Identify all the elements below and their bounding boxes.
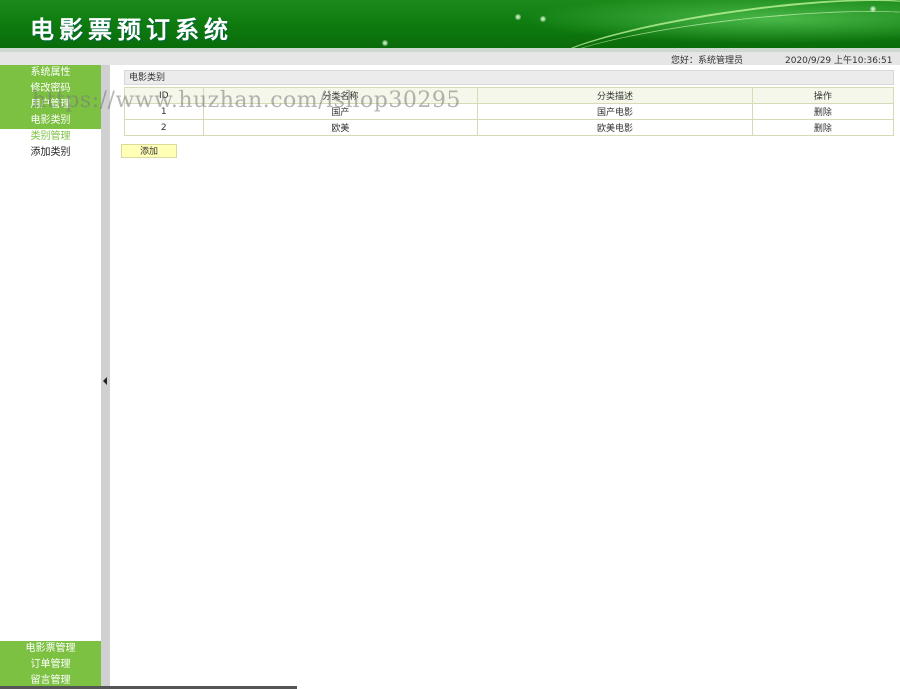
- cell-desc: 欧美电影: [477, 119, 753, 136]
- category-table: ID 分类名称 分类描述 操作 1 国产 国产电影 删除 2 欧美 欧美电影 删…: [124, 87, 895, 136]
- header-sparkle: [870, 6, 876, 12]
- cell-id: 2: [124, 119, 204, 136]
- sidebar: 系统属性 修改密码 用户管理 电影类别 类别管理 添加类别 电影票管理 订单管理…: [0, 65, 101, 689]
- collapse-arrow-icon[interactable]: [103, 377, 107, 385]
- cell-desc: 国产电影: [477, 103, 753, 120]
- main-content: 电影类别 ID 分类名称 分类描述 操作 1 国产 国产电影 删除 2 欧美 欧…: [110, 65, 900, 689]
- header-sparkle: [515, 14, 521, 20]
- delete-link[interactable]: 删除: [751, 119, 895, 136]
- sidebar-item-add-category[interactable]: 添加类别: [0, 145, 101, 161]
- header-sparkle: [540, 16, 546, 22]
- sidebar-item-order-management[interactable]: 订单管理: [0, 657, 101, 673]
- sidebar-item-system-properties[interactable]: 系统属性: [0, 65, 101, 81]
- panel-title: 电影类别: [124, 70, 894, 85]
- status-bar: 您好：系统管理员 2020/9/29 上午10:36:51: [0, 52, 900, 66]
- cell-name: 欧美: [202, 119, 479, 136]
- column-header-desc: 分类描述: [477, 87, 753, 104]
- sidebar-item-movie-category[interactable]: 电影类别: [0, 113, 101, 129]
- sidebar-item-user-management[interactable]: 用户管理: [0, 97, 101, 113]
- app-title: 电影票预订系统: [30, 16, 233, 44]
- column-header-action: 操作: [751, 87, 895, 104]
- column-header-name: 分类名称: [202, 87, 479, 104]
- table-row: 2 欧美 欧美电影 删除: [124, 119, 895, 136]
- sidebar-item-category-management[interactable]: 类别管理: [0, 129, 101, 145]
- sidebar-item-change-password[interactable]: 修改密码: [0, 81, 101, 97]
- app-header: 电影票预订系统: [0, 0, 900, 48]
- cell-name: 国产: [202, 103, 479, 120]
- column-header-id: ID: [124, 87, 204, 104]
- add-button[interactable]: 添加: [121, 144, 177, 158]
- header-sparkle: [382, 40, 388, 46]
- table-row: 1 国产 国产电影 删除: [124, 103, 895, 120]
- sidebar-item-ticket-management[interactable]: 电影票管理: [0, 641, 101, 657]
- cell-id: 1: [124, 103, 204, 120]
- sidebar-splitter[interactable]: [101, 65, 110, 689]
- sidebar-bottom-menu: 电影票管理 订单管理 留言管理: [0, 641, 101, 689]
- delete-link[interactable]: 删除: [751, 103, 895, 120]
- table-header-row: ID 分类名称 分类描述 操作: [124, 87, 895, 104]
